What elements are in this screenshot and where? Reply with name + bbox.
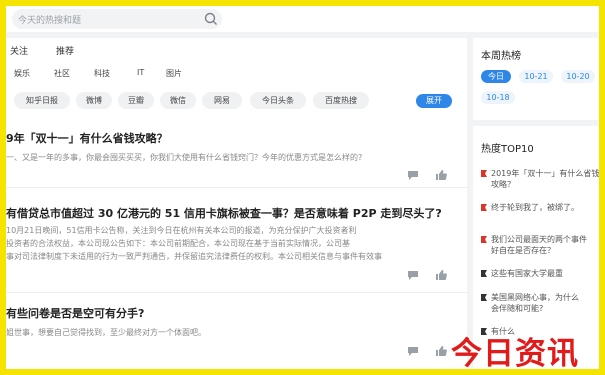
category-item[interactable]: 科技: [94, 68, 110, 79]
hot-flag-icon: [481, 236, 487, 243]
source-chips: 知乎日报 微博 豆瓣 微信 网易 今日头条 百度热搜 展开: [6, 92, 467, 110]
article-excerpt: 姐世事，想要自己觉得找到，至少最终对方一个体面吧。: [6, 328, 206, 337]
top10-title: 热度TOP10: [481, 144, 534, 155]
search-box[interactable]: 今天的热搜和题: [12, 9, 222, 29]
top-bar: 今天的热搜和题: [6, 6, 599, 32]
weekly-hot-title: 本周热榜: [481, 51, 521, 62]
source-chip[interactable]: 今日头条: [250, 92, 306, 109]
thumbs-up-icon[interactable]: [435, 169, 447, 180]
article-card[interactable]: 有借贷总市值超过 30 亿港元的 51 信用卡旗标被查一事？是否意味着 P2P …: [6, 188, 467, 293]
source-chip[interactable]: 知乎日报: [14, 92, 70, 109]
source-chip[interactable]: 百度热搜: [313, 92, 369, 109]
top10-item-text[interactable]: 好自在是否存在？: [491, 245, 555, 256]
comment-icon[interactable]: [407, 346, 419, 357]
top10-item-text[interactable]: 会伴随和可能?: [491, 303, 543, 314]
search-input[interactable]: 今天的热搜和题: [18, 13, 81, 26]
category-item[interactable]: 娱乐: [14, 68, 30, 79]
top10-item-text[interactable]: 2019年「双十一」有什么省钱: [491, 168, 599, 179]
top10-item-text[interactable]: 美国黑网络心事，为什么: [491, 292, 579, 303]
top10-item-text[interactable]: 终于轮到我了，被绑了。: [491, 202, 579, 213]
date-chip-today[interactable]: 今日: [481, 70, 511, 83]
top10-item-text[interactable]: 这些有国家大学最重: [491, 268, 563, 279]
hot-flag-icon: [481, 204, 487, 211]
top10-item-text[interactable]: 攻略？: [491, 179, 515, 190]
tab-follow[interactable]: 关注: [10, 44, 28, 57]
article-title[interactable]: 9年「双十一」有什么省钱攻略？: [6, 130, 168, 146]
article-excerpt: 一、又是一年的多事，你最会囤买买买，你我们大使用有什么省钱窍门？今年的优惠方式是…: [6, 153, 363, 162]
comment-icon[interactable]: [407, 270, 419, 281]
date-chip[interactable]: 10-21: [519, 70, 553, 83]
article-title[interactable]: 有借贷总市值超过 30 亿港元的 51 信用卡旗标被查一事？是否意味着 P2P …: [6, 205, 442, 221]
tab-recommend[interactable]: 推荐: [56, 44, 74, 57]
top10-item-text[interactable]: 我们公司最面天的两个事件: [491, 234, 587, 245]
expand-chips-button[interactable]: 展开: [416, 94, 452, 108]
feed-main: 关注 推荐 娱乐 社区 科技 IT 图片 知乎日报 微博 豆瓣 微信 网易 今日…: [6, 38, 467, 369]
category-item[interactable]: 社区: [54, 68, 70, 79]
date-chip[interactable]: 10-20: [561, 70, 595, 83]
thumbs-up-icon[interactable]: [435, 345, 447, 356]
article-title[interactable]: 有些问卷是否是空可有分手?: [6, 305, 144, 321]
weekly-hot-panel: 本周热榜 今日 10-21 10-20 10-18: [473, 38, 599, 120]
source-chip[interactable]: 微博: [76, 92, 112, 109]
category-item[interactable]: 图片: [166, 68, 182, 79]
article-excerpt: 投资者的合法权益，本公司现公告如下：本公司前期配合，本公司现在基于当前实际情况，…: [6, 239, 350, 248]
hot-flag-icon: [481, 294, 487, 301]
watermark-logo: 今日资讯: [451, 336, 579, 372]
article-excerpt: 10月21日晚间，51信用卡公告称，关注到今日在杭州有关本公司的报道，为充分保护…: [6, 226, 357, 235]
article-excerpt: 事对司法律制度下未适用的行为一致严判通告，并保留追究法律费任的权利。本公司相关信…: [6, 252, 382, 261]
search-icon[interactable]: [203, 11, 219, 27]
hot-flag-icon: [481, 270, 487, 277]
date-chip[interactable]: 10-18: [481, 91, 515, 104]
source-chip[interactable]: 微信: [160, 92, 196, 109]
source-chip[interactable]: 网易: [202, 92, 242, 109]
category-item[interactable]: IT: [137, 68, 144, 77]
article-card[interactable]: 有些问卷是否是空可有分手? 姐世事，想要自己觉得找到，至少最终对方一个体面吧。: [6, 293, 467, 369]
thumbs-up-icon[interactable]: [435, 269, 447, 280]
hot-flag-icon: [481, 170, 487, 177]
comment-icon[interactable]: [407, 170, 419, 181]
article-card[interactable]: 9年「双十一」有什么省钱攻略？ 一、又是一年的多事，你最会囤买买买，你我们大使用…: [6, 120, 467, 188]
source-chip[interactable]: 豆瓣: [118, 92, 154, 109]
